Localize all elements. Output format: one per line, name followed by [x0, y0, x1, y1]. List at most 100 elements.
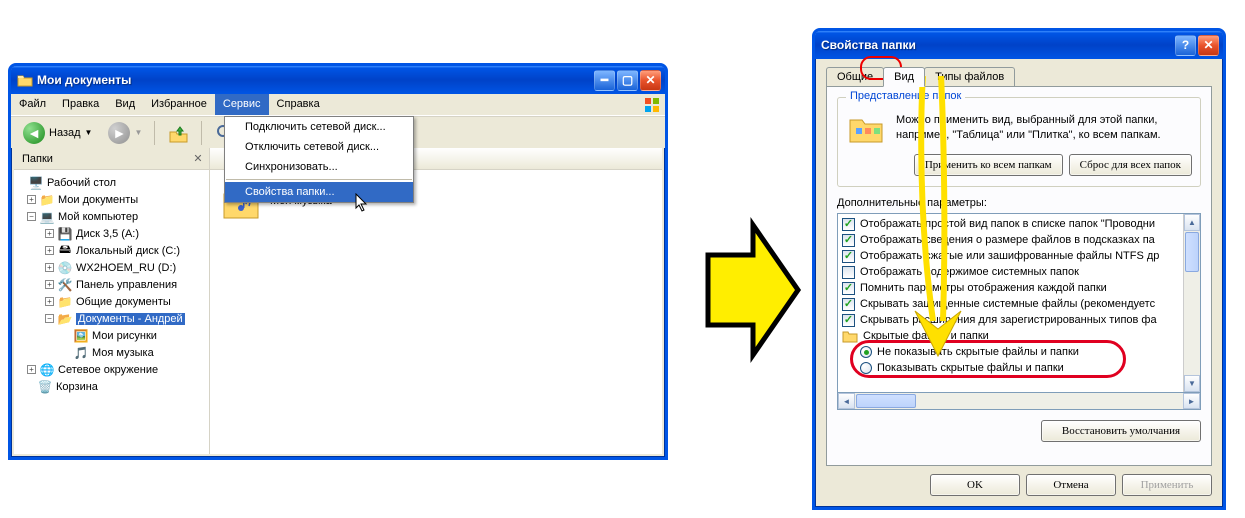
close-button[interactable]: ✕ — [1198, 35, 1219, 56]
tab-filetypes[interactable]: Типы файлов — [924, 67, 1015, 86]
advanced-settings-viewport[interactable]: Отображать простой вид папок в списке па… — [838, 214, 1183, 392]
tree-netplaces[interactable]: Сетевое окружение — [58, 364, 158, 376]
menuitem-folder-options[interactable]: Свойства папки... — [225, 182, 413, 202]
dialog-titlebar[interactable]: Свойства папки ? ✕ — [815, 31, 1223, 59]
expand-button[interactable]: + — [45, 246, 54, 255]
menu-favorites[interactable]: Избранное — [143, 94, 215, 115]
back-arrow-icon: ◄ — [23, 122, 45, 144]
menu-edit[interactable]: Правка — [54, 94, 107, 115]
apply-button[interactable]: Применить — [1122, 474, 1212, 496]
help-button[interactable]: ? — [1175, 35, 1196, 56]
minimize-button[interactable]: ━ — [594, 70, 615, 91]
adv-group-header: Скрытые файлы и папки — [838, 328, 1183, 344]
group-text: Можно применить вид, выбранный для этой … — [896, 113, 1192, 143]
menubar: Файл Правка Вид Избранное Сервис Справка… — [11, 94, 665, 116]
scroll-thumb[interactable] — [856, 394, 916, 408]
folder-open-icon: 📂 — [57, 311, 73, 327]
folder-tree[interactable]: 🖥️Рабочий стол +📁Мои документы −💻Мой ком… — [14, 170, 209, 454]
menuitem-map-drive[interactable]: Подключить сетевой диск... — [225, 117, 413, 137]
menuitem-sync[interactable]: Синхронизовать... — [225, 157, 413, 177]
checkbox[interactable] — [842, 282, 855, 295]
menu-help[interactable]: Справка — [269, 94, 328, 115]
checkbox[interactable] — [842, 250, 855, 263]
tree-mypics[interactable]: Мои рисунки — [92, 330, 157, 342]
annotation-arrow-icon — [703, 215, 803, 365]
adv-item: Помнить параметры отображения каждой пап… — [838, 280, 1183, 296]
scroll-up-button[interactable]: ▲ — [1184, 214, 1200, 231]
checkbox[interactable] — [842, 298, 855, 311]
tab-general[interactable]: Общие — [826, 67, 884, 86]
cancel-button[interactable]: Отмена — [1026, 474, 1116, 496]
tree-andreydocs[interactable]: Документы - Андрей — [76, 313, 185, 325]
tree-shareddocs[interactable]: Общие документы — [76, 296, 171, 308]
explorer-titlebar[interactable]: Мои документы ━ ▢ ✕ — [11, 66, 665, 94]
checkbox[interactable] — [842, 314, 855, 327]
folder-icon: 📁 — [57, 294, 73, 310]
back-button[interactable]: ◄ Назад ▼ — [17, 120, 98, 146]
sidebar-title: Папки — [22, 153, 53, 165]
checkbox[interactable] — [842, 266, 855, 279]
scroll-thumb[interactable] — [1185, 232, 1199, 272]
scroll-track[interactable] — [1184, 273, 1200, 375]
scroll-left-button[interactable]: ◄ — [838, 393, 855, 409]
disk-icon: 🖴 — [57, 243, 73, 259]
close-button[interactable]: ✕ — [640, 70, 661, 91]
up-button[interactable] — [161, 120, 195, 146]
expand-button[interactable]: + — [45, 297, 54, 306]
collapse-button[interactable]: − — [45, 314, 54, 323]
maximize-button[interactable]: ▢ — [617, 70, 638, 91]
scroll-right-button[interactable]: ► — [1183, 393, 1200, 409]
group-title: Представление папок — [846, 90, 965, 102]
tree-cdrom[interactable]: WX2HOEM_RU (D:) — [76, 262, 176, 274]
tab-view[interactable]: Вид — [883, 67, 925, 87]
expand-button[interactable]: + — [45, 263, 54, 272]
menu-tools[interactable]: Сервис — [215, 94, 269, 115]
tools-dropdown: Подключить сетевой диск... Отключить сет… — [224, 116, 414, 203]
tree-mymusic[interactable]: Моя музыка — [92, 347, 154, 359]
vertical-scrollbar[interactable]: ▲ ▼ — [1183, 214, 1200, 392]
computer-icon: 💻 — [39, 209, 55, 225]
tree-localc[interactable]: Локальный диск (C:) — [76, 245, 180, 257]
tree-mycomp[interactable]: Мой компьютер — [58, 211, 138, 223]
restore-defaults-button[interactable]: Восстановить умолчания — [1041, 420, 1201, 442]
checkbox[interactable] — [842, 218, 855, 231]
menuitem-disconnect-drive[interactable]: Отключить сетевой диск... — [225, 137, 413, 157]
cd-icon: 💿 — [57, 260, 73, 276]
adv-item: Отображать сжатые или зашифрованные файл… — [838, 248, 1183, 264]
dialog-buttons: OK Отмена Применить — [818, 474, 1220, 504]
chevron-down-icon: ▼ — [85, 128, 93, 137]
windows-logo-icon — [643, 96, 661, 114]
scroll-track[interactable] — [917, 393, 1183, 409]
tree-desktop[interactable]: Рабочий стол — [47, 177, 116, 189]
folder-views-group: Представление папок Можно применить вид,… — [837, 97, 1201, 187]
expand-button[interactable]: + — [27, 365, 36, 374]
tree-mydocs[interactable]: Мои документы — [58, 194, 138, 206]
tree-ctrlpanel[interactable]: Панель управления — [76, 279, 177, 291]
ok-button[interactable]: OK — [930, 474, 1020, 496]
radio[interactable] — [860, 346, 872, 358]
tree-recycle[interactable]: Корзина — [56, 381, 98, 393]
music-icon: 🎵 — [73, 345, 89, 361]
horizontal-scrollbar[interactable]: ◄ ► — [837, 393, 1201, 410]
apply-all-button[interactable]: Применить ко всем папкам — [914, 154, 1063, 176]
expand-button[interactable]: + — [27, 195, 36, 204]
menu-view[interactable]: Вид — [107, 94, 143, 115]
adv-item: Отображать простой вид папок в списке па… — [838, 216, 1183, 232]
menu-file[interactable]: Файл — [11, 94, 54, 115]
sidebar: Папки ✕ 🖥️Рабочий стол +📁Мои документы −… — [14, 148, 210, 454]
scroll-down-button[interactable]: ▼ — [1184, 375, 1200, 392]
folder-up-icon — [167, 122, 189, 144]
reset-all-button[interactable]: Сброс для всех папок — [1069, 154, 1192, 176]
checkbox[interactable] — [842, 234, 855, 247]
expand-button[interactable]: + — [45, 280, 54, 289]
adv-item: Показывать скрытые файлы и папки — [838, 360, 1183, 376]
sidebar-close-button[interactable]: ✕ — [191, 152, 205, 166]
tab-strip: Общие Вид Типы файлов — [818, 59, 1220, 86]
collapse-button[interactable]: − — [27, 212, 36, 221]
menu-separator — [226, 179, 412, 180]
forward-button[interactable]: ► ▼ — [102, 120, 148, 146]
radio[interactable] — [860, 362, 872, 374]
folder-options-dialog: Свойства папки ? ✕ Общие Вид Типы файлов… — [812, 28, 1226, 510]
expand-button[interactable]: + — [45, 229, 54, 238]
tree-floppy[interactable]: Диск 3,5 (A:) — [76, 228, 139, 240]
